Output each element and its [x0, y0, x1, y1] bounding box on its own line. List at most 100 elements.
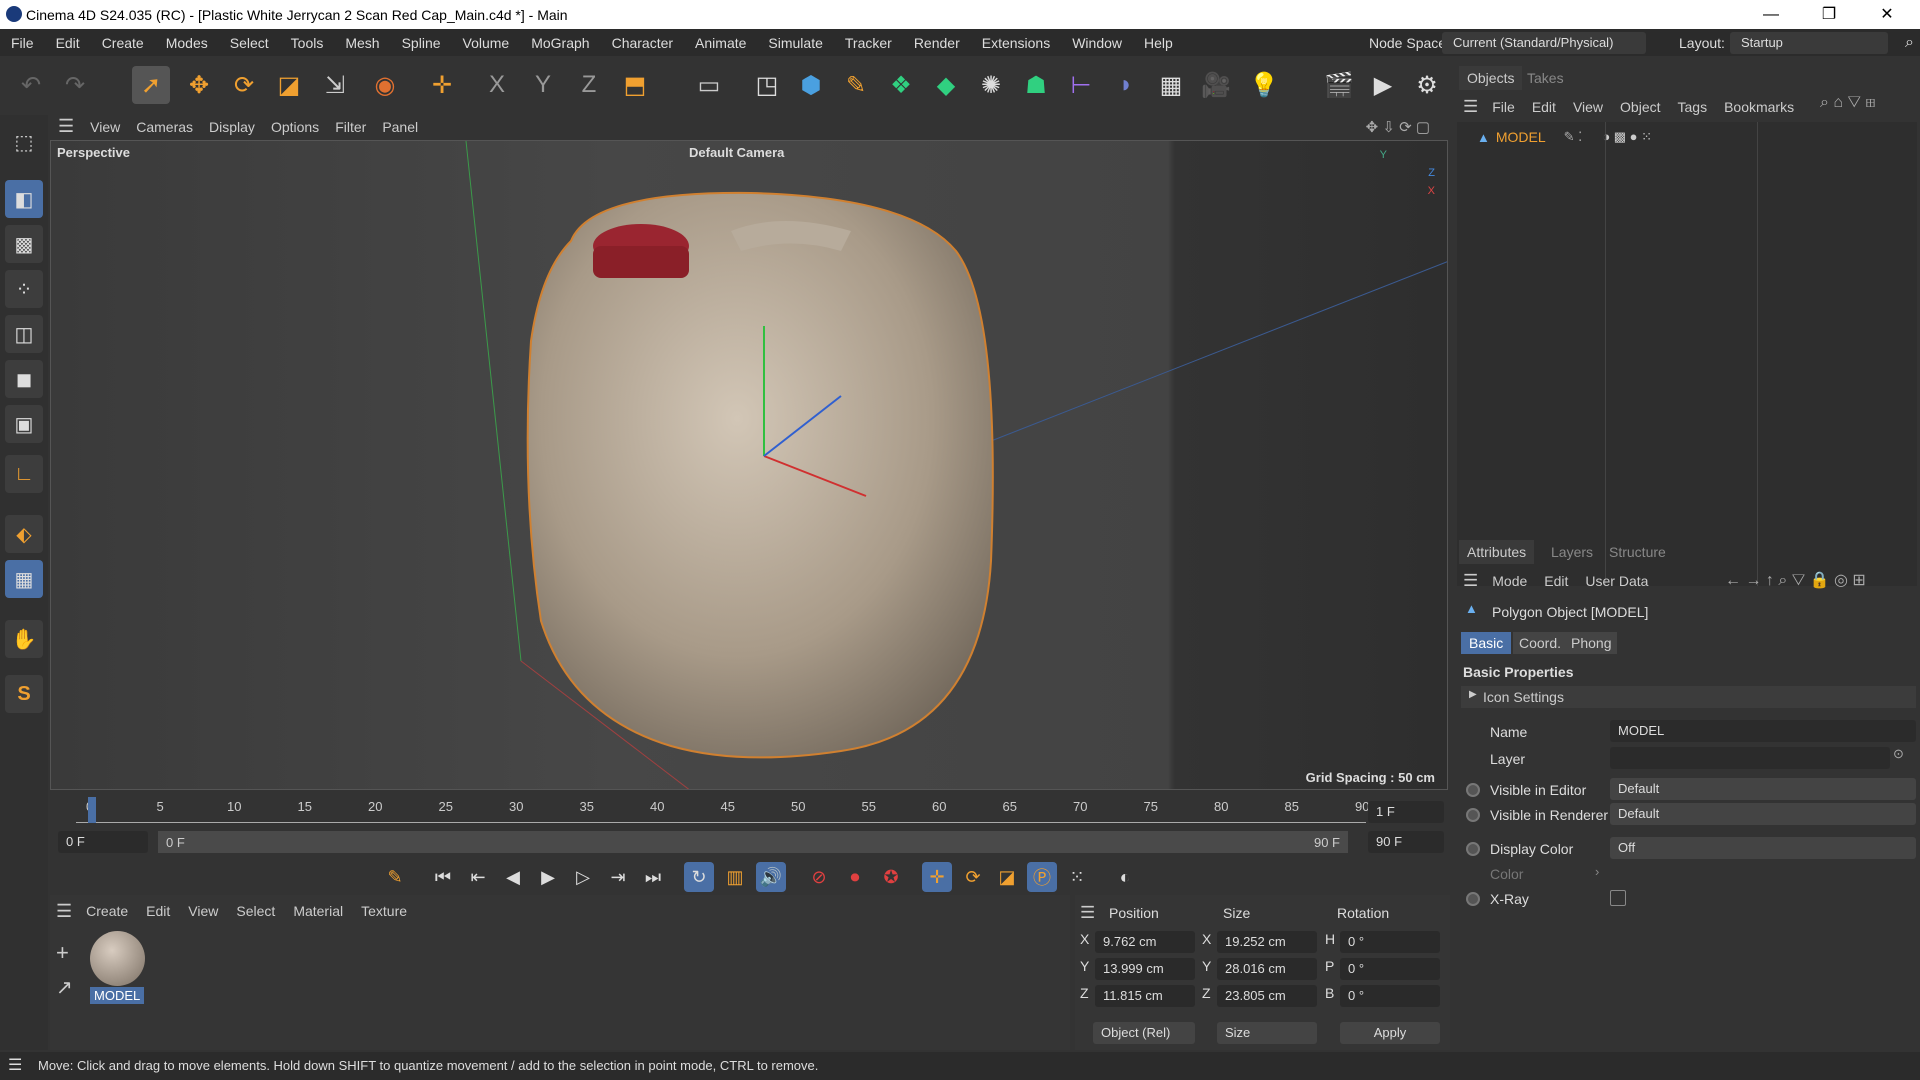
material-menu-create[interactable]: Create [86, 903, 128, 919]
node-space-select[interactable]: Current (Standard/Physical) [1442, 32, 1646, 54]
points-mode-icon[interactable]: ⁘ [5, 270, 43, 308]
live-selection-icon[interactable]: ◉ [366, 66, 404, 104]
objects-menu-object[interactable]: Object [1620, 99, 1660, 115]
rotation-field[interactable]: 0 ° [1340, 958, 1440, 980]
uv-mode-icon[interactable]: ▣ [5, 405, 43, 443]
apply-button[interactable]: Apply [1340, 1022, 1440, 1044]
subtab-phong[interactable]: Phong [1565, 632, 1618, 654]
menu-tools[interactable]: Tools [280, 35, 335, 51]
object-tags-icons[interactable]: ◑ ▩ ● ⁙ [1602, 129, 1652, 145]
tab-takes[interactable]: Takes [1519, 66, 1572, 90]
objects-menu-tags[interactable]: Tags [1678, 99, 1708, 115]
make-editable-icon[interactable]: ⬚ [5, 123, 43, 161]
icon-settings-group[interactable]: ▶ Icon Settings [1461, 686, 1916, 708]
key-position-icon[interactable]: ✛ [922, 862, 952, 892]
xray-checkbox[interactable] [1610, 890, 1626, 906]
position-field[interactable]: 9.762 cm [1095, 931, 1195, 953]
coordinate-mode-select[interactable]: Object (Rel) [1093, 1022, 1195, 1044]
playhead[interactable] [88, 797, 96, 823]
layer-field[interactable] [1610, 747, 1890, 769]
floor-icon[interactable]: ▦ [1152, 66, 1190, 104]
current-frame-field[interactable]: 1 F [1368, 801, 1444, 823]
redo-icon[interactable]: ↷ [56, 66, 94, 104]
layer-picker-icon[interactable]: ⊙ [1893, 746, 1904, 762]
mograph-icon[interactable]: ✺ [972, 66, 1010, 104]
object-axis-icon[interactable]: ∟ [5, 455, 43, 493]
tab-objects[interactable]: Objects [1459, 66, 1523, 90]
menu-volume[interactable]: Volume [452, 35, 521, 51]
keyframe-selection-icon[interactable]: ✪ [876, 862, 906, 892]
menu-file[interactable]: File [0, 35, 45, 51]
coordinates-hamburger-icon[interactable]: ☰ [1080, 903, 1095, 923]
attributes-toolbar-icons[interactable]: ← → ↑ ⌕ ▽ 🔒 ◎ ⊞ [1725, 570, 1866, 590]
y-axis-lock-icon[interactable]: Y [524, 66, 562, 104]
menu-create[interactable]: Create [91, 35, 155, 51]
rotate-tool-icon[interactable]: ⟳ [225, 66, 263, 104]
camera-icon[interactable]: 🎥 [1197, 66, 1235, 104]
object-row-model[interactable]: ▲ MODEL ✎ ⁚ ◑ ▩ ● ⁙ [1477, 126, 1652, 148]
transform-tool-icon[interactable]: ⇲ [316, 66, 354, 104]
edges-mode-icon[interactable]: ◫ [5, 315, 43, 353]
pen-spline-icon[interactable]: ✎ [837, 66, 875, 104]
material-thumbnail[interactable] [90, 931, 145, 986]
field-icon[interactable]: ◗ [1107, 66, 1145, 104]
play-icon[interactable]: ▶ [533, 862, 563, 892]
close-button[interactable]: ✕ [1858, 0, 1916, 29]
key-scale-icon[interactable]: ◪ [992, 862, 1022, 892]
light-icon[interactable]: 💡 [1245, 66, 1283, 104]
go-to-start-icon[interactable]: ⏮ [428, 862, 458, 892]
preview-range-icon[interactable]: ▥ [720, 862, 750, 892]
render-icon[interactable]: ▶ [1364, 66, 1402, 104]
null-object-icon[interactable]: ◳ [748, 66, 786, 104]
cloner-icon[interactable]: ☗ [1017, 66, 1055, 104]
coordinate-system-icon[interactable]: ⬒ [616, 66, 654, 104]
extrude-icon[interactable]: ◆ [927, 66, 965, 104]
viewport-menu-filter[interactable]: Filter [327, 119, 374, 135]
expand-triangle-icon[interactable]: ▶ [1469, 689, 1477, 700]
size-mode-select[interactable]: Size [1217, 1022, 1317, 1044]
render-view-icon[interactable]: ▭ [690, 66, 728, 104]
rotation-field[interactable]: 0 ° [1340, 931, 1440, 953]
objects-menu-edit[interactable]: Edit [1532, 99, 1556, 115]
menu-edit[interactable]: Edit [45, 35, 91, 51]
key-parameter-icon[interactable]: Ⓟ [1027, 862, 1057, 892]
menu-select[interactable]: Select [219, 35, 280, 51]
object-name[interactable]: MODEL [1496, 129, 1546, 145]
size-field[interactable]: 19.252 cm [1217, 931, 1317, 953]
visible-in-editor-select[interactable]: Default [1610, 778, 1916, 800]
viewport-menu-view[interactable]: View [82, 119, 128, 135]
subdivision-icon[interactable]: ❖ [882, 66, 920, 104]
viewport-navigation-icons[interactable]: ✥ ⇩ ⟳ ▢ [1358, 118, 1438, 136]
cube-icon[interactable]: ⬢ [792, 66, 830, 104]
timeline[interactable]: 051015202530354045505560657075808590 1 F… [50, 795, 1448, 855]
render-settings-icon[interactable]: ⚙ [1408, 66, 1446, 104]
move-tool-icon[interactable]: ✥ [180, 66, 218, 104]
menu-simulate[interactable]: Simulate [757, 35, 833, 51]
3d-viewport[interactable]: Perspective Default Camera Y Z X Grid Sp… [50, 140, 1448, 790]
status-hamburger-icon[interactable]: ☰ [8, 1052, 22, 1080]
viewport-hamburger-icon[interactable]: ☰ [50, 116, 82, 137]
select-tool-icon[interactable]: ➚ [132, 66, 170, 104]
visible-in-renderer-select[interactable]: Default [1610, 803, 1916, 825]
objects-menu-file[interactable]: File [1492, 99, 1515, 115]
minimize-button[interactable]: — [1742, 0, 1800, 29]
timeline-ruler[interactable]: 051015202530354045505560657075808590 [76, 795, 1369, 823]
attributes-menu-mode[interactable]: Mode [1492, 573, 1527, 589]
menu-help[interactable]: Help [1133, 35, 1184, 51]
rotation-field[interactable]: 0 ° [1340, 985, 1440, 1007]
display-color-select[interactable]: Off [1610, 837, 1916, 859]
position-field[interactable]: 13.999 cm [1095, 958, 1195, 980]
end-frame-field[interactable]: 90 F [1368, 831, 1444, 853]
subtab-basic[interactable]: Basic [1461, 632, 1512, 654]
position-field[interactable]: 11.815 cm [1095, 985, 1195, 1007]
material-hamburger-icon[interactable]: ☰ [56, 901, 72, 922]
attributes-menu-edit[interactable]: Edit [1544, 573, 1568, 589]
menu-character[interactable]: Character [601, 35, 684, 51]
size-field[interactable]: 28.016 cm [1217, 958, 1317, 980]
viewport-menu-panel[interactable]: Panel [374, 119, 426, 135]
texture-mode-icon[interactable]: ▩ [5, 225, 43, 263]
model-mode-icon[interactable]: ◧ [5, 180, 43, 218]
menu-render[interactable]: Render [903, 35, 971, 51]
material-menu-view[interactable]: View [188, 903, 218, 919]
range-slider[interactable]: 0 F 90 F [158, 831, 1348, 853]
